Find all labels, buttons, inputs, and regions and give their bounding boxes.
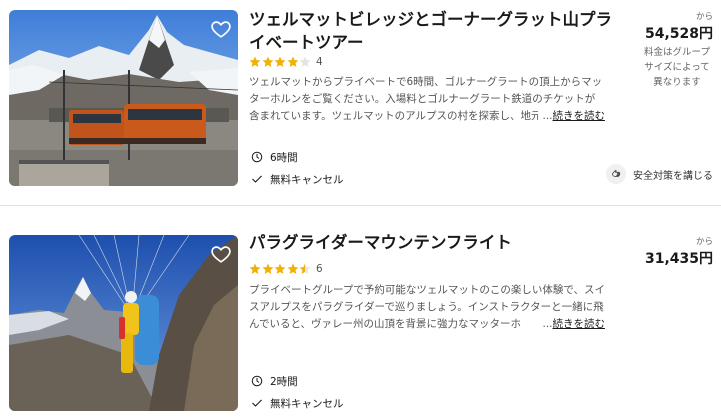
read-more-link[interactable]: 続きを読む bbox=[553, 110, 606, 122]
duration-text: 6時間 bbox=[270, 151, 298, 164]
favorite-heart-icon[interactable] bbox=[210, 18, 232, 40]
review-count: 4 bbox=[316, 56, 323, 68]
safety-text: 安全対策を講じる bbox=[633, 170, 713, 182]
price-note: 料金はグループサイズによって異なります bbox=[644, 47, 710, 88]
read-more-link[interactable]: 続きを読む bbox=[553, 318, 606, 330]
star-icon bbox=[262, 56, 273, 67]
card-divider bbox=[0, 205, 721, 206]
price-prefix: から bbox=[695, 12, 713, 22]
train-mountain-photo bbox=[9, 10, 238, 186]
tour-description: ツェルマットからプライベートで6時間、ゴルナーグラートの頂上からマッターホルンを… bbox=[249, 74, 605, 125]
star-icon bbox=[249, 56, 261, 67]
star-icon bbox=[299, 56, 311, 67]
clock-icon bbox=[251, 375, 263, 387]
tour-image-paragliding[interactable] bbox=[9, 235, 238, 411]
duration-text: 2時間 bbox=[270, 375, 298, 388]
tour-meta: 6時間 無料キャンセル bbox=[251, 148, 344, 192]
tour-title[interactable]: ツェルマットビレッジとゴーナーグラット山プライベートツアー bbox=[249, 8, 619, 54]
ellipsis: ... bbox=[542, 110, 553, 122]
rating: 4 bbox=[249, 56, 323, 68]
duration-row: 6時間 bbox=[251, 148, 344, 166]
ellipsis: ... bbox=[542, 318, 553, 330]
star-icon bbox=[274, 263, 286, 274]
favorite-heart-icon[interactable] bbox=[210, 243, 232, 265]
price-box: から 31,435円 bbox=[645, 235, 713, 268]
star-rating bbox=[249, 56, 311, 68]
tour-card[interactable]: ツェルマットビレッジとゴーナーグラット山プライベートツアー 4 ツェルマットから… bbox=[0, 0, 721, 200]
tour-meta: 2時間 無料キャンセル bbox=[251, 372, 344, 416]
price-box: から 54,528円 料金はグループサイズによって異なります bbox=[641, 10, 713, 90]
star-rating bbox=[249, 263, 311, 275]
review-count: 6 bbox=[316, 263, 323, 275]
star-icon bbox=[262, 263, 273, 274]
safety-measures: 安全対策を講じる bbox=[606, 164, 713, 184]
rating: 6 bbox=[249, 263, 323, 275]
tour-image-gornergrat-train[interactable] bbox=[9, 10, 238, 186]
price-amount: 31,435円 bbox=[644, 251, 713, 267]
star-icon bbox=[287, 263, 298, 274]
cancellation-text: 無料キャンセル bbox=[270, 397, 344, 410]
tour-description: プライベートグループで予約可能なツェルマットのこの楽しい体験で、スイスアルプスを… bbox=[249, 282, 605, 333]
cancellation-row: 無料キャンセル bbox=[251, 170, 344, 188]
tour-title[interactable]: パラグライダーマウンテンフライト bbox=[249, 231, 619, 254]
paragliding-photo bbox=[9, 235, 238, 411]
duration-row: 2時間 bbox=[251, 372, 344, 390]
star-icon bbox=[287, 56, 298, 67]
price-amount: 54,528円 bbox=[644, 26, 713, 42]
star-icon bbox=[299, 264, 305, 274]
checkmark-icon bbox=[252, 175, 262, 183]
price-prefix: から bbox=[695, 237, 713, 247]
hand-sanitizer-icon bbox=[606, 164, 626, 184]
checkmark-icon bbox=[252, 399, 262, 407]
clock-icon bbox=[251, 151, 263, 163]
star-icon bbox=[249, 263, 261, 274]
star-icon bbox=[274, 56, 286, 67]
cancellation-row: 無料キャンセル bbox=[251, 394, 344, 412]
tour-card[interactable]: パラグライダーマウンテンフライト 6 プライベートグループで予約可能なツェルマッ… bbox=[0, 226, 721, 420]
cancellation-text: 無料キャンセル bbox=[270, 173, 344, 186]
